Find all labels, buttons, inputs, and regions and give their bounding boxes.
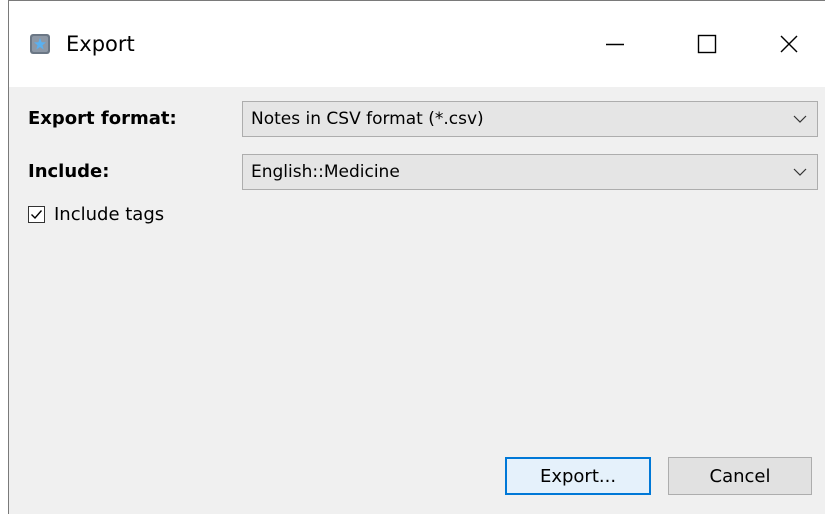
minimize-icon (606, 43, 624, 46)
checkbox-box[interactable] (28, 206, 45, 223)
include-tags-label: Include tags (54, 204, 165, 225)
chevron-down-icon (793, 115, 807, 123)
include-tags-checkbox[interactable]: Include tags (28, 204, 164, 225)
export-button[interactable]: Export... (505, 457, 651, 495)
cancel-button[interactable]: Cancel (668, 457, 812, 495)
title-bar[interactable]: Export (9, 1, 825, 87)
close-icon (780, 35, 798, 53)
include-label: Include: (28, 161, 110, 182)
chevron-down-icon (793, 168, 807, 176)
maximize-icon (697, 34, 717, 54)
close-button[interactable] (753, 1, 825, 87)
export-format-value: Notes in CSV format (*.csv) (251, 109, 484, 129)
window-title: Export (66, 32, 135, 56)
anki-app-icon (30, 34, 50, 54)
export-format-label: Export format: (28, 108, 177, 129)
include-select[interactable]: English::Medicine (242, 154, 818, 190)
include-value: English::Medicine (251, 162, 400, 182)
export-dialog: Export Export format: Notes in CSV forma… (8, 0, 825, 514)
export-format-select[interactable]: Notes in CSV format (*.csv) (242, 101, 818, 137)
checkmark-icon (31, 210, 43, 220)
maximize-button[interactable] (661, 1, 753, 87)
minimize-button[interactable] (569, 1, 661, 87)
